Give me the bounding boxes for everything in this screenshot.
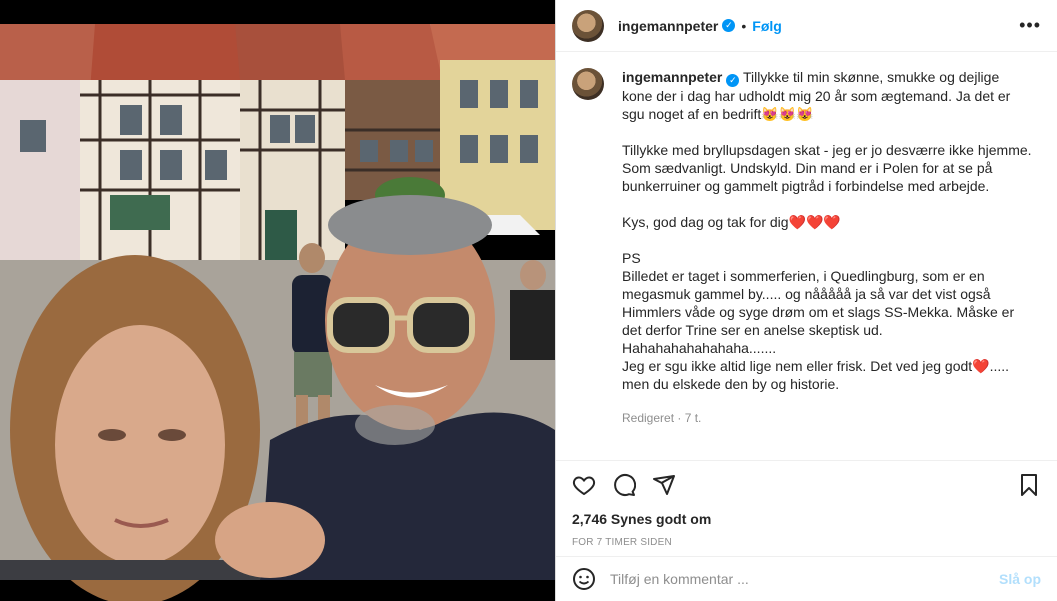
separator-dot: • bbox=[741, 17, 747, 34]
instagram-post: ingemannpeter ✓ • Følg ••• ingemannpeter… bbox=[0, 0, 1057, 601]
follow-button[interactable]: Følg bbox=[752, 18, 782, 34]
like-heart-icon[interactable] bbox=[572, 473, 596, 497]
caption-avatar[interactable] bbox=[572, 68, 604, 100]
caption-meta: Redigeret · 7 t. bbox=[622, 411, 702, 425]
post-photo-image bbox=[0, 0, 555, 601]
avatar[interactable] bbox=[572, 9, 604, 42]
caption: ingemannpeter ✓ Tillykke til min skønne, … bbox=[622, 68, 1032, 460]
caption-username[interactable]: ingemannpeter bbox=[622, 69, 722, 85]
caption-area: ingemannpeter ✓ Tillykke til min skønne, … bbox=[556, 52, 1057, 460]
add-comment-bar: Slå op bbox=[556, 556, 1057, 601]
post-side-panel: ingemannpeter ✓ • Følg ••• ingemannpeter… bbox=[555, 0, 1057, 601]
more-options-icon[interactable]: ••• bbox=[1019, 15, 1041, 36]
post-photo[interactable] bbox=[0, 0, 555, 601]
likes-count[interactable]: 2,746 Synes godt om bbox=[572, 511, 1041, 527]
share-icon[interactable] bbox=[652, 473, 676, 497]
caption-text: Tillykke til min skønne, smukke og dejli… bbox=[622, 69, 1032, 392]
action-icons bbox=[572, 471, 1041, 499]
emoji-icon[interactable] bbox=[572, 567, 596, 591]
post-comment-button[interactable]: Slå op bbox=[999, 571, 1041, 587]
post-time: FOR 7 TIMER SIDEN bbox=[572, 537, 672, 548]
comment-icon[interactable] bbox=[612, 473, 636, 497]
post-actions: 2,746 Synes godt om FOR 7 TIMER SIDEN bbox=[556, 460, 1057, 556]
caption-body: ingemannpeter ✓ Tillykke til min skønne, … bbox=[622, 68, 1032, 393]
post-header: ingemannpeter ✓ • Følg ••• bbox=[556, 0, 1057, 52]
comment-input[interactable] bbox=[610, 571, 999, 587]
verified-badge-icon: ✓ bbox=[722, 19, 736, 32]
verified-badge-icon: ✓ bbox=[726, 74, 740, 87]
header-username[interactable]: ingemannpeter bbox=[618, 18, 718, 34]
bookmark-icon[interactable] bbox=[1017, 473, 1041, 497]
